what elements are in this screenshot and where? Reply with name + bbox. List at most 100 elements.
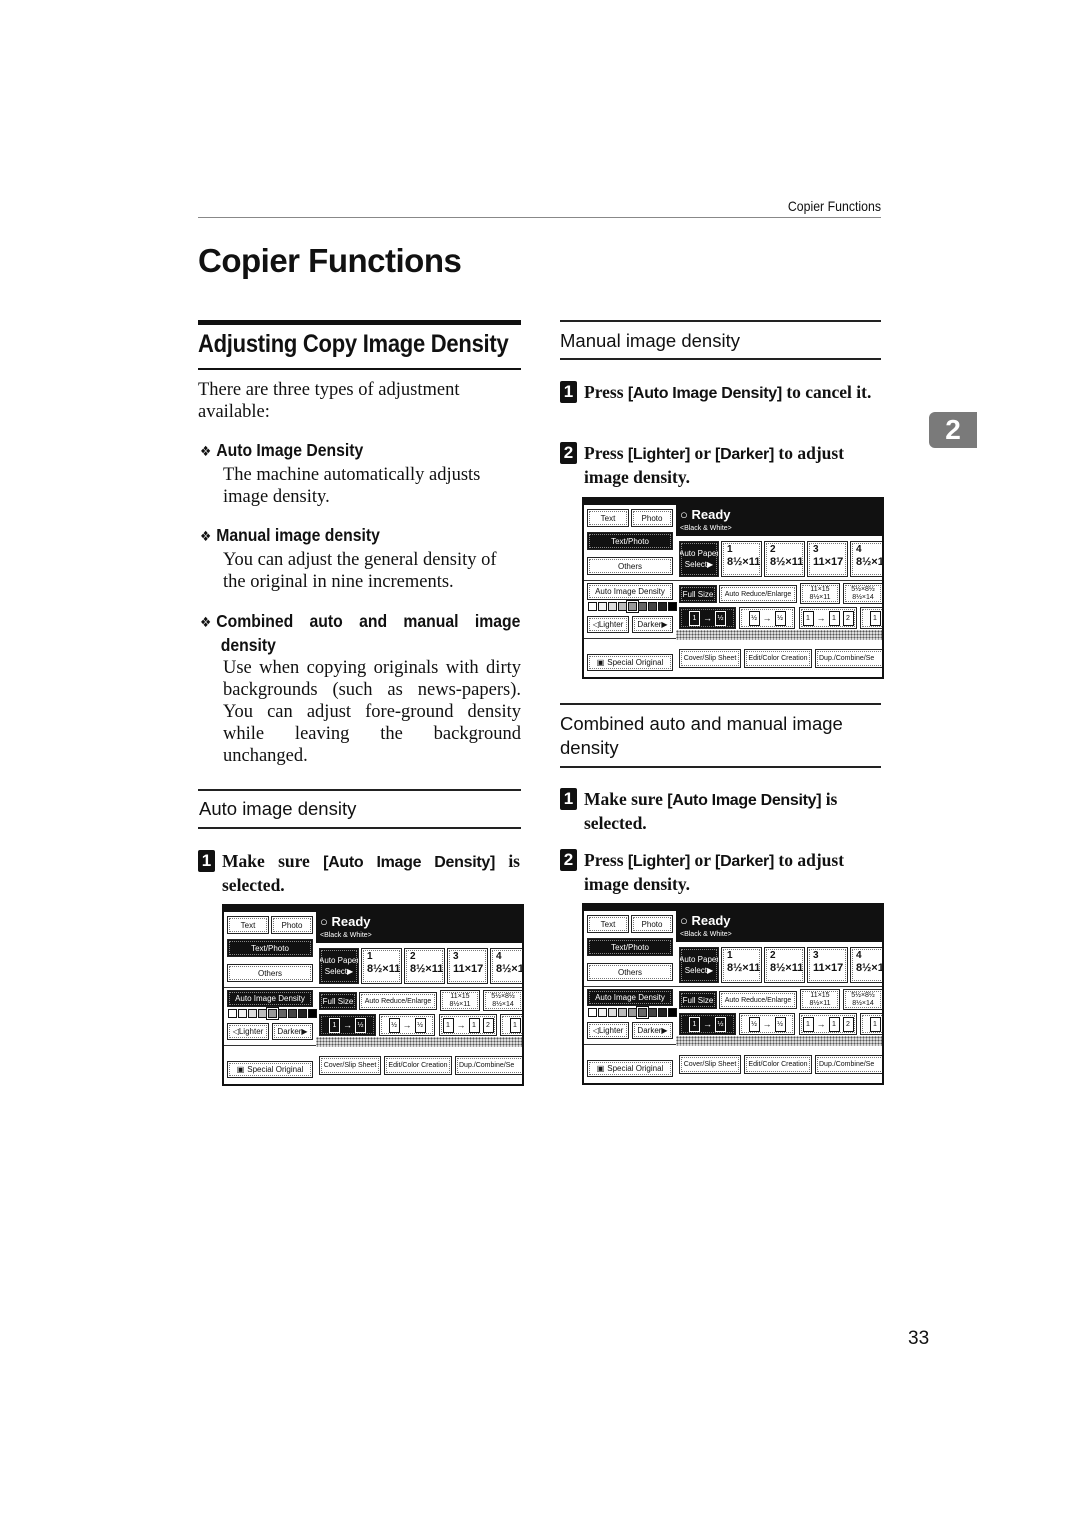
density-level-8	[298, 1009, 307, 1018]
tray-1-button[interactable]: 1 8½×11	[721, 947, 762, 983]
photo-button[interactable]: Photo	[271, 916, 313, 934]
text-photo-button[interactable]: Text/Photo	[587, 938, 673, 956]
text-button[interactable]: Text	[227, 916, 269, 934]
auto-image-density-button[interactable]: Auto Image Density	[587, 583, 673, 600]
ratio-button-1[interactable]: 11×15 8½×11	[440, 990, 480, 1011]
density-level-5	[266, 1007, 279, 1020]
bullet-combined-title: ❖ Combined auto and manual image density	[200, 611, 521, 655]
combined-step-2: 2 Press [Lighter] or [Darker] to adjust …	[560, 849, 881, 895]
auto-reduce-enlarge-button[interactable]: Auto Reduce/Enlarge	[359, 992, 437, 1010]
tray-2-button[interactable]: 2 8½×11	[764, 541, 805, 577]
panel-divider	[676, 986, 882, 987]
tray-icon: 4	[496, 951, 502, 962]
ratio-button-1[interactable]: 11×15 8½×11	[800, 583, 840, 604]
status-text: ○ Ready	[320, 914, 371, 929]
tray-4-button[interactable]: 48½×11	[490, 948, 522, 984]
ratio-button-2[interactable]: 5½×8½ 8½×14	[843, 583, 882, 604]
edit-color-creation-tab[interactable]: Edit/Color Creation	[744, 649, 812, 668]
tray-3-button[interactable]: 3 11×17	[807, 947, 848, 983]
special-original-icon: ▣	[596, 1064, 605, 1073]
photo-button[interactable]: Photo	[631, 915, 673, 933]
tray-4-button[interactable]: 48½×11	[850, 541, 882, 577]
darker-button[interactable]: Darker▶	[632, 616, 673, 633]
page-icon: ½	[748, 1016, 760, 1032]
manual-step-2: 2 Press [Lighter] or [Darker] to adjust …	[560, 442, 881, 488]
others-button[interactable]: Others	[587, 557, 673, 575]
page-icon: 1	[468, 1017, 480, 1033]
auto-paper-select-button[interactable]: Auto Paper Select▶	[319, 948, 359, 984]
duplex-2-to-1-button[interactable]: 1 → 1 2	[799, 1013, 857, 1035]
special-original-button[interactable]: ▣ Special Original	[227, 1061, 313, 1078]
tray-2-button[interactable]: 2 8½×11	[764, 947, 805, 983]
duplex-2-to-2-button[interactable]: ½ → ½	[739, 607, 795, 629]
darker-button[interactable]: Darker▶	[272, 1023, 313, 1040]
duplex-1-to-2-button[interactable]: 1 → ½	[679, 607, 736, 629]
duplex-more-button[interactable]: 1	[860, 607, 882, 629]
density-level-4	[258, 1009, 267, 1018]
dup-combine-tab[interactable]: Dup./Combine/Se	[455, 1056, 522, 1075]
duplex-2-to-1-button[interactable]: 1 → 1 2	[439, 1014, 497, 1036]
special-original-button[interactable]: ▣ Special Original	[587, 654, 673, 671]
cover-slip-sheet-tab[interactable]: Cover/Slip Sheet	[679, 649, 741, 668]
cover-slip-sheet-tab[interactable]: Cover/Slip Sheet	[679, 1055, 741, 1074]
cover-slip-sheet-tab[interactable]: Cover/Slip Sheet	[319, 1056, 381, 1075]
auto-reduce-enlarge-button[interactable]: Auto Reduce/Enlarge	[719, 991, 797, 1009]
duplex-1-to-2-button[interactable]: 1 → ½	[319, 1014, 376, 1036]
text-photo-button[interactable]: Text/Photo	[227, 939, 313, 957]
text-photo-button[interactable]: Text/Photo	[587, 532, 673, 550]
tray-3-button[interactable]: 3 11×17	[807, 541, 848, 577]
ratio-button-1[interactable]: 11×15 8½×11	[800, 989, 840, 1010]
color-mode-text: <Black & White>	[680, 525, 732, 532]
photo-button[interactable]: Photo	[631, 509, 673, 527]
auto-reduce-enlarge-button[interactable]: Auto Reduce/Enlarge	[719, 585, 797, 603]
page-icon: 1	[802, 610, 814, 626]
dup-combine-tab[interactable]: Dup./Combine/Se	[815, 649, 882, 668]
panel-divider	[224, 1045, 316, 1046]
auto-image-density-button[interactable]: Auto Image Density	[587, 989, 673, 1006]
full-size-button[interactable]: Full Size	[679, 585, 717, 603]
density-level-2	[598, 602, 607, 611]
others-button[interactable]: Others	[587, 963, 673, 981]
lighter-button[interactable]: ◁Lighter	[227, 1023, 269, 1040]
density-level-1	[228, 1009, 237, 1018]
duplex-more-button[interactable]: 1	[860, 1013, 882, 1035]
tray-1-button[interactable]: 1 8½×11	[361, 948, 402, 984]
auto-step-1: 1 Make sure [Auto Image Density] is sele…	[198, 850, 521, 896]
darker-button[interactable]: Darker▶	[632, 1022, 673, 1039]
duplex-more-button[interactable]: 1	[500, 1014, 522, 1036]
status-bar: ○ Ready <Black & White>	[676, 505, 882, 536]
subsection-rule-top	[198, 789, 521, 791]
density-level-8	[658, 1008, 667, 1017]
full-size-button[interactable]: Full Size	[319, 992, 357, 1010]
ratio-button-2[interactable]: 5½×8½ 8½×14	[843, 989, 882, 1010]
duplex-2-to-1-button[interactable]: 1 → 1 2	[799, 607, 857, 629]
subsection-rule-bottom	[560, 358, 881, 360]
full-size-button[interactable]: Full Size	[679, 991, 717, 1009]
others-button[interactable]: Others	[227, 964, 313, 982]
duplex-2-to-2-button[interactable]: ½ → ½	[379, 1014, 435, 1036]
density-level-3	[248, 1009, 257, 1018]
lighter-button[interactable]: ◁Lighter	[587, 616, 629, 633]
tray-1-button[interactable]: 1 8½×11	[721, 541, 762, 577]
edit-color-creation-tab[interactable]: Edit/Color Creation	[744, 1055, 812, 1074]
text-button[interactable]: Text	[587, 509, 629, 527]
panel-divider	[584, 580, 676, 581]
tray-3-button[interactable]: 3 11×17	[447, 948, 488, 984]
tray-4-button[interactable]: 48½×11	[850, 947, 882, 983]
edit-color-creation-tab[interactable]: Edit/Color Creation	[384, 1056, 452, 1075]
text-button[interactable]: Text	[587, 915, 629, 933]
ratio-button-2[interactable]: 5½×8½ 8½×14	[483, 990, 522, 1011]
auto-paper-select-button[interactable]: Auto Paper Select▶	[679, 947, 719, 983]
section-rule-bottom	[198, 368, 521, 370]
dup-combine-tab[interactable]: Dup./Combine/Se	[815, 1055, 882, 1074]
duplex-2-to-2-button[interactable]: ½ → ½	[739, 1013, 795, 1035]
duplex-1-to-2-button[interactable]: 1 → ½	[679, 1013, 736, 1035]
section-rule-top	[198, 320, 521, 325]
auto-paper-select-button[interactable]: Auto Paper Select▶	[679, 541, 719, 577]
running-head-rule	[198, 217, 881, 218]
tray-icon: 2	[770, 950, 776, 961]
lighter-button[interactable]: ◁Lighter	[587, 1022, 629, 1039]
tray-2-button[interactable]: 2 8½×11	[404, 948, 445, 984]
auto-image-density-button[interactable]: Auto Image Density	[227, 990, 313, 1007]
special-original-button[interactable]: ▣ Special Original	[587, 1060, 673, 1077]
